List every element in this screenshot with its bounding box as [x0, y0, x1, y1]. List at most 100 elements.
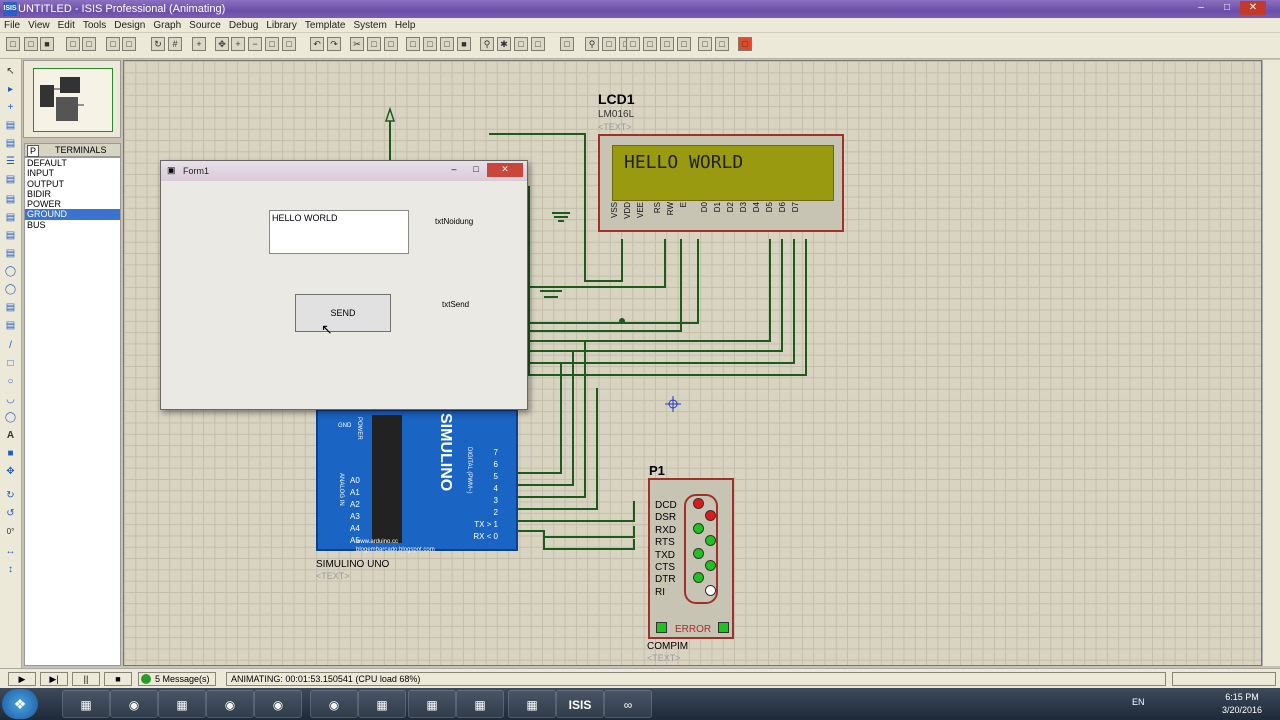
- list-item[interactable]: POWER: [25, 199, 120, 209]
- pan-icon[interactable]: ✥: [215, 37, 229, 51]
- form-close-icon[interactable]: ✕: [487, 163, 523, 177]
- rotate-ccw-icon[interactable]: ↺: [3, 507, 18, 521]
- text-mode-icon[interactable]: A: [3, 429, 18, 443]
- print-area-icon[interactable]: □: [122, 37, 136, 51]
- clock-date[interactable]: 3/20/2016: [1218, 705, 1266, 715]
- zoom-in-icon[interactable]: +: [231, 37, 245, 51]
- rotation-angle-field[interactable]: 0°: [3, 525, 18, 539]
- menu-file[interactable]: File: [0, 18, 24, 33]
- label-mode-icon[interactable]: ▤: [3, 119, 18, 133]
- overview-preview[interactable]: [33, 68, 113, 132]
- arduino-taskbar-icon[interactable]: ∞: [604, 690, 652, 718]
- graph-mode-icon[interactable]: ▤: [3, 229, 18, 243]
- menu-graph[interactable]: Graph: [149, 18, 185, 33]
- bom-icon[interactable]: □: [626, 37, 640, 51]
- subcircuit-mode-icon[interactable]: ▤: [3, 173, 18, 187]
- package-icon[interactable]: □: [514, 37, 528, 51]
- menu-help[interactable]: Help: [391, 18, 420, 33]
- start-button[interactable]: ❖: [2, 689, 38, 719]
- zoom-area-icon[interactable]: □: [282, 37, 296, 51]
- pick-device-icon[interactable]: ⚲: [480, 37, 494, 51]
- grid-icon[interactable]: #: [168, 37, 182, 51]
- block-move-icon[interactable]: □: [423, 37, 437, 51]
- marker-mode-icon[interactable]: ✥: [3, 465, 18, 479]
- form-maximize-icon[interactable]: □: [465, 163, 487, 177]
- stop-button[interactable]: ■: [104, 672, 132, 686]
- arduino-board[interactable]: SIMULINO A0 A1 A2 A3 A4 A5 ANALOG IN POWER GN…: [316, 409, 518, 553]
- maximize-icon[interactable]: □: [1214, 1, 1240, 15]
- file-icon[interactable]: ▦: [408, 690, 456, 718]
- form-minimize-icon[interactable]: –: [443, 163, 465, 177]
- menu-edit[interactable]: Edit: [54, 18, 79, 33]
- menu-library[interactable]: Library: [262, 18, 301, 33]
- search-icon[interactable]: ⚲: [585, 37, 599, 51]
- property-icon[interactable]: □: [602, 37, 616, 51]
- chrome-icon[interactable]: ◉: [110, 690, 158, 718]
- language-indicator[interactable]: EN: [1132, 697, 1145, 707]
- lcd-display[interactable]: HELLO WORLD VSS VDD VEE RS RW E D0 D1 D2 D3 D4 D5 D6…: [598, 134, 844, 232]
- ares-icon[interactable]: □: [715, 37, 729, 51]
- device-pins-mode-icon[interactable]: ▤: [3, 211, 18, 225]
- block-delete-icon[interactable]: ■: [457, 37, 471, 51]
- block-rotate-icon[interactable]: □: [440, 37, 454, 51]
- redo-icon[interactable]: ↷: [327, 37, 341, 51]
- rotate-cw-icon[interactable]: ↻: [3, 489, 18, 503]
- list-item[interactable]: BUS: [25, 220, 120, 230]
- import-icon[interactable]: □: [66, 37, 80, 51]
- refresh-icon[interactable]: ↻: [151, 37, 165, 51]
- vertical-scrollbar[interactable]: [1262, 60, 1280, 666]
- virtual-instruments-icon[interactable]: ▤: [3, 319, 18, 333]
- steam-icon[interactable]: ◉: [206, 690, 254, 718]
- close-icon[interactable]: ✕: [1240, 1, 1266, 15]
- list-item[interactable]: INPUT: [25, 168, 120, 178]
- ares-export-icon[interactable]: □: [738, 37, 752, 51]
- zoom-out-icon[interactable]: −: [248, 37, 262, 51]
- step-button[interactable]: ▶|: [40, 672, 68, 686]
- pause-button[interactable]: ||: [72, 672, 100, 686]
- clock-time[interactable]: 6:15 PM: [1218, 692, 1266, 702]
- menu-view[interactable]: View: [24, 18, 54, 33]
- notes-icon[interactable]: ▦: [358, 690, 406, 718]
- form1-window[interactable]: ▣ Form1 – □ ✕ HELLO WORLD txtNoidung SEN…: [160, 160, 528, 410]
- explorer-icon[interactable]: ▦: [62, 690, 110, 718]
- origin-icon[interactable]: +: [192, 37, 206, 51]
- open-icon[interactable]: □: [24, 37, 38, 51]
- box-mode-icon[interactable]: □: [3, 357, 18, 371]
- generator-mode-icon[interactable]: ◯: [3, 265, 18, 279]
- menu-source[interactable]: Source: [185, 18, 225, 33]
- export-icon[interactable]: □: [82, 37, 96, 51]
- device-list[interactable]: DEFAULT INPUT OUTPUT BIDIR POWER GROUND …: [24, 157, 121, 666]
- cut-icon[interactable]: ✂: [350, 37, 364, 51]
- menu-system[interactable]: System: [349, 18, 390, 33]
- exit-parent-icon[interactable]: □: [660, 37, 674, 51]
- component-mode-icon[interactable]: ▸: [3, 83, 18, 97]
- vb-icon[interactable]: ▦: [456, 690, 504, 718]
- make-device-icon[interactable]: ✱: [497, 37, 511, 51]
- remove-sheet-icon[interactable]: □: [643, 37, 657, 51]
- zoom-child-icon[interactable]: □: [677, 37, 691, 51]
- list-item[interactable]: DEFAULT: [25, 158, 120, 168]
- firefox-icon[interactable]: ◉: [254, 690, 302, 718]
- text-script-mode-icon[interactable]: ▤: [3, 137, 18, 151]
- mirror-y-icon[interactable]: ↕: [3, 563, 18, 577]
- print-icon[interactable]: □: [106, 37, 120, 51]
- list-item[interactable]: OUTPUT: [25, 179, 120, 189]
- minimize-icon[interactable]: –: [1188, 1, 1214, 15]
- circle-mode-icon[interactable]: ○: [3, 375, 18, 389]
- symbol-mode-icon[interactable]: ■: [3, 447, 18, 461]
- menu-template[interactable]: Template: [301, 18, 350, 33]
- play-button[interactable]: ▶: [8, 672, 36, 686]
- new-icon[interactable]: □: [6, 37, 20, 51]
- compim-component[interactable]: DCD DSR RXD RTS TXD CTS DTR RI ERROR: [648, 478, 734, 639]
- message-input[interactable]: HELLO WORLD: [269, 210, 409, 254]
- bus-mode-icon[interactable]: ☰: [3, 155, 18, 169]
- list-item[interactable]: BIDIR: [25, 189, 120, 199]
- mirror-x-icon[interactable]: ↔: [3, 545, 18, 559]
- menu-debug[interactable]: Debug: [225, 18, 262, 33]
- app-icon[interactable]: ▦: [158, 690, 206, 718]
- send-button[interactable]: SEND: [295, 294, 391, 332]
- pick-tab[interactable]: P: [27, 145, 40, 157]
- copy-icon[interactable]: □: [367, 37, 381, 51]
- arc-mode-icon[interactable]: ◡: [3, 393, 18, 407]
- overview-window[interactable]: [23, 60, 121, 138]
